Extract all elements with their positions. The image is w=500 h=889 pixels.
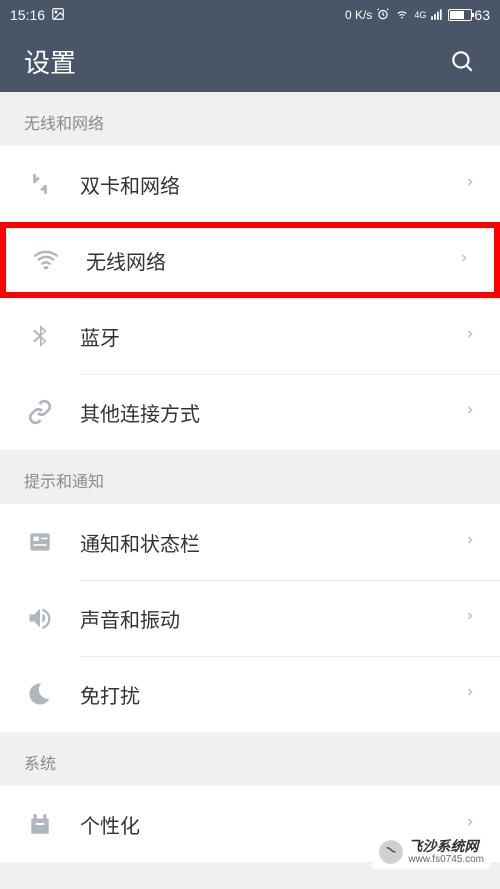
settings-item[interactable]: 双卡和网络 (0, 146, 500, 222)
chevron-right-icon (464, 400, 476, 425)
chevron-right-icon (464, 812, 476, 837)
network-type: 4G (414, 10, 426, 20)
chevron-right-icon (464, 682, 476, 707)
watermark-logo-icon (378, 839, 404, 865)
settings-item[interactable]: 免打扰 (0, 656, 500, 732)
watermark-url: www.fs0745.com (408, 854, 484, 865)
settings-header: 设置 (0, 30, 500, 92)
settings-item-label: 免打扰 (80, 680, 464, 709)
chevron-right-icon (464, 606, 476, 631)
section-header: 无线和网络 (0, 92, 500, 146)
chevron-right-icon (464, 324, 476, 349)
bluetooth-icon (24, 320, 56, 352)
settings-list: 无线和网络双卡和网络无线网络蓝牙其他连接方式提示和通知通知和状态栏声音和振动免打… (0, 92, 500, 862)
status-time: 15:16 (10, 7, 45, 23)
chevron-right-icon (464, 172, 476, 197)
personalization-icon (24, 808, 56, 840)
chevron-right-icon (464, 530, 476, 555)
battery-percent: 63 (474, 7, 490, 23)
watermark: 飞沙系统网 www.fs0745.com (372, 835, 490, 869)
settings-item[interactable]: 无线网络 (0, 222, 500, 298)
settings-item[interactable]: 通知和状态栏 (0, 504, 500, 580)
signal-icon (430, 7, 444, 24)
settings-item-label: 双卡和网络 (80, 170, 464, 199)
alarm-icon (376, 7, 390, 24)
settings-item-label: 通知和状态栏 (80, 528, 464, 557)
settings-item-label: 声音和振动 (80, 604, 464, 633)
settings-item-label: 蓝牙 (80, 322, 464, 351)
section-header: 提示和通知 (0, 450, 500, 504)
chevron-right-icon (458, 248, 470, 273)
wifi-status-icon (394, 7, 410, 24)
battery-icon: 63 (448, 7, 490, 23)
status-speed: 0 K/s (345, 8, 372, 22)
section-header: 系统 (0, 732, 500, 786)
watermark-title: 飞沙系统网 (408, 839, 484, 854)
image-icon (51, 7, 65, 24)
settings-item[interactable]: 其他连接方式 (0, 374, 500, 450)
status-bar: 15:16 0 K/s 4G 63 (0, 0, 500, 30)
notification-icon (24, 526, 56, 558)
page-title: 设置 (24, 43, 76, 80)
wifi-icon (30, 244, 62, 276)
search-button[interactable] (448, 47, 476, 75)
settings-item[interactable]: 声音和振动 (0, 580, 500, 656)
sound-icon (24, 602, 56, 634)
sim-icon (24, 168, 56, 200)
status-left: 15:16 (10, 7, 65, 24)
search-icon (449, 48, 475, 74)
dnd-icon (24, 678, 56, 710)
settings-item[interactable]: 蓝牙 (0, 298, 500, 374)
settings-item-label: 无线网络 (86, 246, 458, 275)
link-icon (24, 396, 56, 428)
settings-item-label: 其他连接方式 (80, 398, 464, 427)
status-right: 0 K/s 4G 63 (345, 7, 490, 24)
